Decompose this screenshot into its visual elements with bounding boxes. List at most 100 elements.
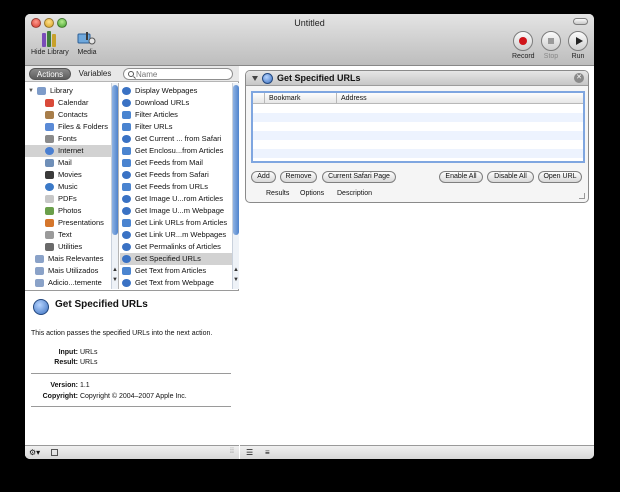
vertical-scrollbar[interactable]: ▲ ▼ — [232, 83, 239, 289]
stop-icon — [548, 38, 554, 44]
category-item[interactable]: Calendar — [25, 97, 118, 109]
safari-icon — [122, 279, 131, 287]
item-label: Library — [50, 86, 73, 95]
safari-icon — [122, 99, 131, 107]
record-button[interactable]: Record — [512, 31, 535, 60]
current-safari-page-button[interactable]: Current Safari Page — [322, 171, 396, 183]
table-row[interactable] — [253, 131, 583, 140]
library-books-icon — [41, 31, 59, 47]
results-tab[interactable]: Results — [266, 190, 289, 197]
description-tab[interactable]: Description — [337, 190, 372, 197]
library-folder-icon — [37, 87, 46, 95]
category-item[interactable]: Adicio...temente — [25, 277, 118, 289]
scroll-down-icon[interactable]: ▼ — [233, 277, 239, 284]
item-label: Get Image U...rom Articles — [135, 194, 223, 203]
category-item[interactable]: Utilities — [25, 241, 118, 253]
workflow-area[interactable]: Get Specified URLs ✕ Bookmark Address Ad… — [240, 66, 594, 445]
scroll-up-icon[interactable]: ▲ — [233, 267, 239, 274]
category-list[interactable]: ▼ Library Calendar Contacts Files & Folders F… — [25, 83, 119, 289]
item-label: Get Link UR...m Webpages — [135, 230, 227, 239]
media-button[interactable]: Media — [77, 31, 97, 56]
action-item[interactable]: Display Webpages — [120, 85, 239, 97]
action-header[interactable]: Get Specified URLs ✕ — [246, 71, 588, 86]
action-item[interactable]: Download URLs — [120, 97, 239, 109]
variables-tab[interactable]: Variables — [74, 68, 116, 80]
resize-grip-icon[interactable] — [579, 193, 585, 199]
action-item[interactable]: Get Enclosu...from Articles — [120, 145, 239, 157]
search-input[interactable] — [136, 69, 230, 79]
action-item[interactable]: Get Current ... from Safari — [120, 133, 239, 145]
action-item[interactable]: Filter URLs — [120, 121, 239, 133]
scrollbar-thumb[interactable] — [112, 85, 118, 235]
category-item[interactable]: Files & Folders — [25, 121, 118, 133]
item-label: Get Feeds from Safari — [135, 170, 209, 179]
list-view-icon[interactable]: ☰ — [246, 448, 253, 457]
photos-icon — [45, 207, 54, 215]
gear-icon[interactable]: ⚙▾ — [29, 448, 40, 457]
action-item[interactable]: Get Text from Webpage — [120, 277, 239, 289]
version-value: 1.1 — [79, 382, 90, 389]
description-toggle-icon[interactable] — [51, 449, 58, 456]
category-item[interactable]: Internet — [25, 145, 118, 157]
add-button[interactable]: Add — [251, 171, 276, 183]
url-table[interactable]: Bookmark Address — [251, 91, 585, 163]
category-item[interactable]: Photos — [25, 205, 118, 217]
log-view-icon[interactable]: ≡ — [265, 448, 270, 457]
safari-icon — [122, 255, 131, 263]
action-item[interactable]: Get Feeds from URLs — [120, 181, 239, 193]
scroll-up-icon[interactable]: ▲ — [112, 267, 118, 274]
disable-all-button[interactable]: Disable All — [487, 171, 534, 183]
item-label: Filter URLs — [135, 122, 173, 131]
actions-tab[interactable]: Actions — [29, 68, 71, 80]
address-column-header[interactable]: Address — [337, 93, 583, 104]
rss-icon — [122, 219, 131, 227]
scrollbar-thumb[interactable] — [233, 85, 239, 235]
open-url-button[interactable]: Open URL — [538, 171, 582, 183]
close-icon[interactable]: ✕ — [574, 73, 584, 83]
remove-button[interactable]: Remove — [280, 171, 317, 183]
action-item[interactable]: Get Image U...m Webpage — [120, 205, 239, 217]
scroll-down-icon[interactable]: ▼ — [112, 277, 118, 284]
action-item[interactable]: Get Link UR...m Webpages — [120, 229, 239, 241]
run-button[interactable]: Run — [568, 31, 588, 60]
safari-icon — [122, 243, 131, 251]
enable-all-button[interactable]: Enable All — [439, 171, 483, 183]
action-item[interactable]: Get Permalinks of Articles — [120, 241, 239, 253]
table-row[interactable] — [253, 149, 583, 158]
workflow-action-get-specified-urls[interactable]: Get Specified URLs ✕ Bookmark Address Ad… — [245, 70, 589, 203]
action-item[interactable]: Get Link URLs from Articles — [120, 217, 239, 229]
category-item[interactable]: Presentations — [25, 217, 118, 229]
checkbox-column-header[interactable] — [253, 93, 265, 104]
category-item[interactable]: Mail — [25, 157, 118, 169]
action-item[interactable]: Get Image U...rom Articles — [120, 193, 239, 205]
result-label: Result: — [54, 359, 78, 366]
action-list[interactable]: Display Webpages Download URLs Filter Arti… — [120, 83, 239, 289]
table-row[interactable] — [253, 113, 583, 122]
item-label: Calendar — [58, 98, 89, 107]
category-item[interactable]: Mais Utilizados — [25, 265, 118, 277]
disclosure-triangle-icon[interactable]: ▼ — [28, 85, 34, 97]
action-item[interactable]: Get Specified URLs — [120, 253, 239, 265]
options-tab[interactable]: Options — [300, 190, 324, 197]
action-item[interactable]: Get Feeds from Safari — [120, 169, 239, 181]
stop-button[interactable]: Stop — [541, 31, 561, 60]
category-item[interactable]: Text — [25, 229, 118, 241]
category-item[interactable]: PDFs — [25, 193, 118, 205]
toolbar-toggle-button[interactable] — [573, 18, 588, 25]
disclosure-triangle-icon[interactable] — [252, 76, 258, 81]
hide-library-button[interactable]: Hide Library — [31, 31, 69, 56]
category-item[interactable]: Contacts — [25, 109, 118, 121]
resize-grip-icon[interactable]: ⁞⁞ — [230, 448, 234, 455]
category-item[interactable]: Fonts — [25, 133, 118, 145]
action-item[interactable]: Get Text from Articles — [120, 265, 239, 277]
category-item[interactable]: Music — [25, 181, 118, 193]
action-item[interactable]: Get Feeds from Mail — [120, 157, 239, 169]
bookmark-column-header[interactable]: Bookmark — [265, 93, 337, 104]
search-field[interactable] — [123, 68, 233, 80]
category-item[interactable]: ▼ Library — [25, 85, 118, 97]
category-item[interactable]: Mais Relevantes — [25, 253, 118, 265]
rss-icon — [122, 183, 131, 191]
vertical-scrollbar[interactable]: ▲ ▼ — [111, 83, 118, 289]
action-item[interactable]: Filter Articles — [120, 109, 239, 121]
category-item[interactable]: Movies — [25, 169, 118, 181]
